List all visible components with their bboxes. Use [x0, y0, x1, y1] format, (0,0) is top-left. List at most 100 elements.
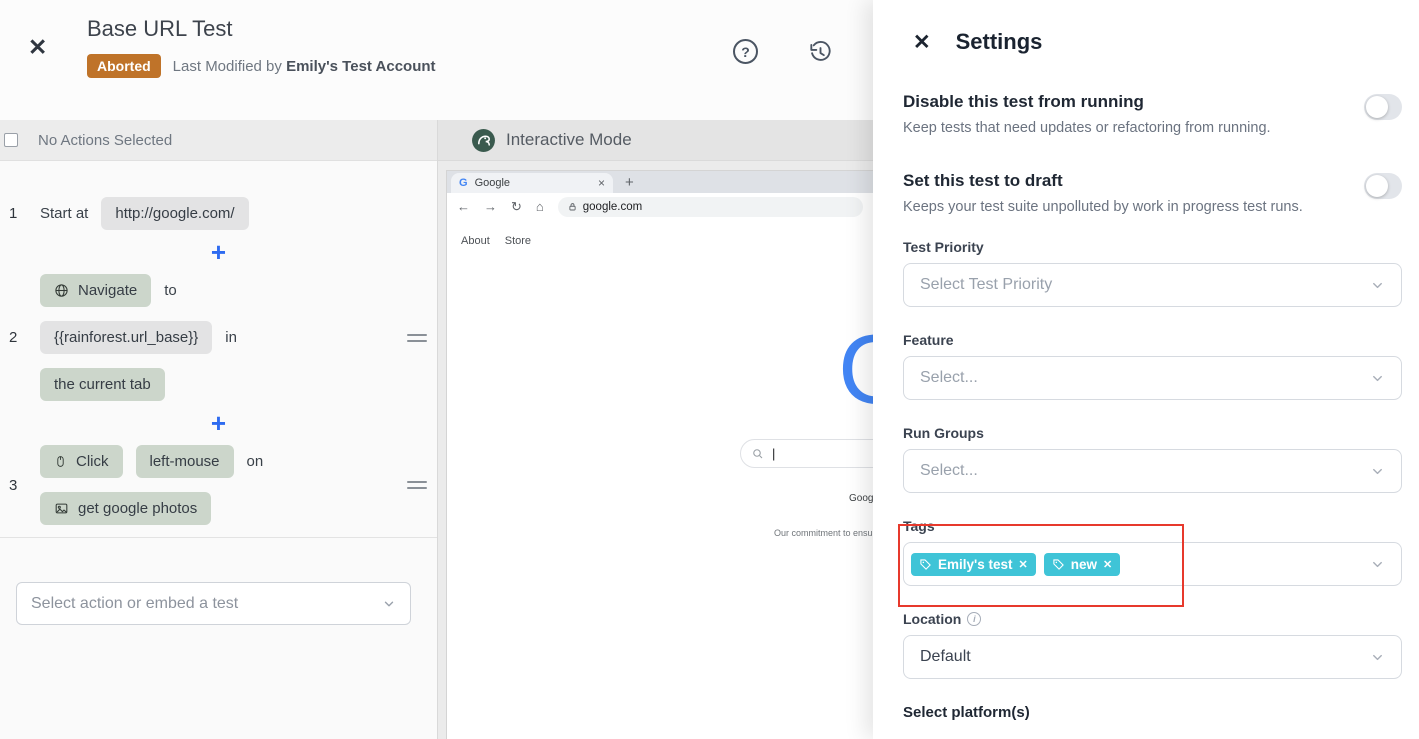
test-priority-placeholder: Select Test Priority: [920, 276, 1053, 293]
add-step-plus-icon[interactable]: +: [211, 410, 226, 436]
browser-address-row: ← → ↻ ⌂ google.com: [447, 193, 873, 220]
tag-chip[interactable]: Emily's test ✕: [911, 552, 1036, 576]
remove-tag-icon[interactable]: ✕: [1103, 558, 1112, 571]
about-link[interactable]: About: [461, 235, 490, 247]
settings-close-icon[interactable]: ✕: [913, 32, 931, 53]
feature-field: Feature Select...: [903, 332, 1402, 400]
interactive-mode-header: Interactive Mode: [438, 120, 873, 161]
refresh-icon[interactable]: ↻: [511, 199, 522, 215]
chevron-down-icon: [382, 597, 396, 611]
google-logo-fragment: G: [838, 320, 873, 418]
back-icon[interactable]: ←: [457, 199, 470, 214]
draft-test-section: Set this test to draft Keeps your test s…: [903, 171, 1402, 215]
google-search-button-fragment[interactable]: Goog: [849, 493, 873, 504]
status-badge: Aborted: [87, 54, 161, 78]
disable-test-title: Disable this test from running: [903, 92, 1144, 111]
selection-bar: No Actions Selected: [0, 120, 437, 161]
toggle-knob: [1366, 96, 1388, 118]
chevron-down-icon: [1370, 371, 1385, 386]
meta-row: Aborted Last Modified by Emily's Test Ac…: [87, 54, 436, 78]
browser-tab[interactable]: G Google ×: [451, 173, 613, 193]
home-icon[interactable]: ⌂: [536, 199, 544, 214]
chevron-down-icon: [1370, 650, 1385, 665]
draft-test-toggle[interactable]: [1364, 173, 1402, 199]
tags-select[interactable]: Emily's test ✕ new ✕: [903, 542, 1402, 586]
new-tab-icon[interactable]: +: [625, 174, 634, 191]
help-icon[interactable]: ?: [733, 39, 758, 64]
run-groups-placeholder: Select...: [920, 462, 978, 479]
interactive-mode-panel: Interactive Mode G Google × + ← → ↻ ⌂ go…: [438, 120, 873, 739]
google-search-box[interactable]: |: [740, 439, 873, 468]
interactive-mode-title: Interactive Mode: [506, 130, 632, 149]
location-label-text: Location: [903, 611, 962, 627]
feature-placeholder: Select...: [920, 369, 978, 386]
to-word: to: [164, 282, 177, 299]
select-all-checkbox[interactable]: [4, 133, 18, 147]
settings-panel: ✕ Settings Disable this test from runnin…: [873, 0, 1419, 739]
remove-tag-icon[interactable]: ✕: [1019, 558, 1028, 571]
test-step-1: 1 Start at http://google.com/: [0, 197, 437, 230]
forward-icon[interactable]: →: [484, 199, 497, 214]
image-icon: [54, 501, 69, 516]
tag-icon: [1052, 558, 1065, 571]
tab-close-icon[interactable]: ×: [598, 176, 605, 190]
text-cursor: |: [772, 446, 776, 461]
location-field: Location i Default: [903, 611, 1402, 679]
add-action-select[interactable]: Select action or embed a test: [16, 582, 411, 625]
click-target-pill[interactable]: get google photos: [40, 492, 212, 525]
add-step-row: +: [0, 410, 437, 436]
drag-handle-icon[interactable]: [407, 333, 427, 342]
step-number: 1: [9, 205, 18, 222]
current-tab-text: the current tab: [54, 376, 151, 393]
disable-test-description: Keep tests that need updates or refactor…: [903, 120, 1271, 136]
tag-chip-label: Emily's test: [938, 556, 1013, 572]
search-icon: [752, 448, 764, 460]
click-action-pill[interactable]: Click: [40, 445, 123, 478]
lock-icon: [568, 202, 577, 212]
add-action-placeholder: Select action or embed a test: [31, 594, 239, 612]
navigate-label: Navigate: [78, 282, 138, 299]
close-test-icon[interactable]: ✕: [28, 36, 47, 59]
info-icon[interactable]: i: [967, 612, 982, 626]
tag-chips: Emily's test ✕ new ✕: [911, 552, 1121, 576]
tag-chip[interactable]: new ✕: [1043, 552, 1121, 576]
test-editor-area: ✕ Base URL Test Aborted Last Modified by…: [0, 0, 873, 739]
rainforest-logo-icon: [471, 128, 496, 153]
start-url-pill[interactable]: http://google.com/: [101, 197, 249, 230]
browser-tab-strip: G Google × +: [447, 171, 873, 193]
mouse-button-text: left-mouse: [149, 453, 220, 470]
location-label: Location i: [903, 611, 1402, 627]
last-modified-author: Emily's Test Account: [286, 57, 436, 75]
settings-header: ✕ Settings: [903, 0, 1402, 55]
feature-label: Feature: [903, 332, 954, 348]
mouse-button-pill[interactable]: left-mouse: [135, 445, 234, 478]
run-groups-select[interactable]: Select...: [903, 449, 1402, 493]
test-steps-panel: No Actions Selected 1 Start at http://go…: [0, 120, 438, 739]
virtual-browser[interactable]: G Google × + ← → ↻ ⌂ google.com About St…: [447, 171, 873, 739]
step-number: 2: [9, 329, 18, 346]
settings-title: Settings: [955, 29, 1043, 54]
in-word: in: [225, 329, 237, 346]
test-step-3: 3 Click left-mouse on get google photos: [0, 445, 437, 525]
navigate-action-pill[interactable]: Navigate: [40, 274, 152, 307]
chevron-down-icon: [1370, 464, 1385, 479]
add-step-plus-icon[interactable]: +: [211, 239, 226, 265]
feature-select[interactable]: Select...: [903, 356, 1402, 400]
current-tab-pill[interactable]: the current tab: [40, 368, 165, 401]
test-priority-label: Test Priority: [903, 239, 984, 255]
tags-label: Tags: [903, 518, 935, 534]
google-footer-fragment: Our commitment to ensu: [774, 528, 873, 538]
draft-test-description: Keeps your test suite unpolluted by work…: [903, 199, 1303, 215]
disable-test-toggle[interactable]: [1364, 94, 1402, 120]
address-bar[interactable]: google.com: [557, 196, 863, 217]
location-select[interactable]: Default: [903, 635, 1402, 679]
globe-icon: [54, 283, 69, 298]
test-priority-select[interactable]: Select Test Priority: [903, 263, 1402, 307]
browser-page: About Store G | Goog Our commitment to e…: [447, 220, 873, 739]
tag-icon: [919, 558, 932, 571]
store-link[interactable]: Store: [505, 235, 531, 247]
add-step-row: +: [0, 239, 437, 265]
history-icon[interactable]: [808, 39, 833, 64]
drag-handle-icon[interactable]: [407, 481, 427, 489]
url-base-pill[interactable]: {{rainforest.url_base}}: [40, 321, 213, 354]
